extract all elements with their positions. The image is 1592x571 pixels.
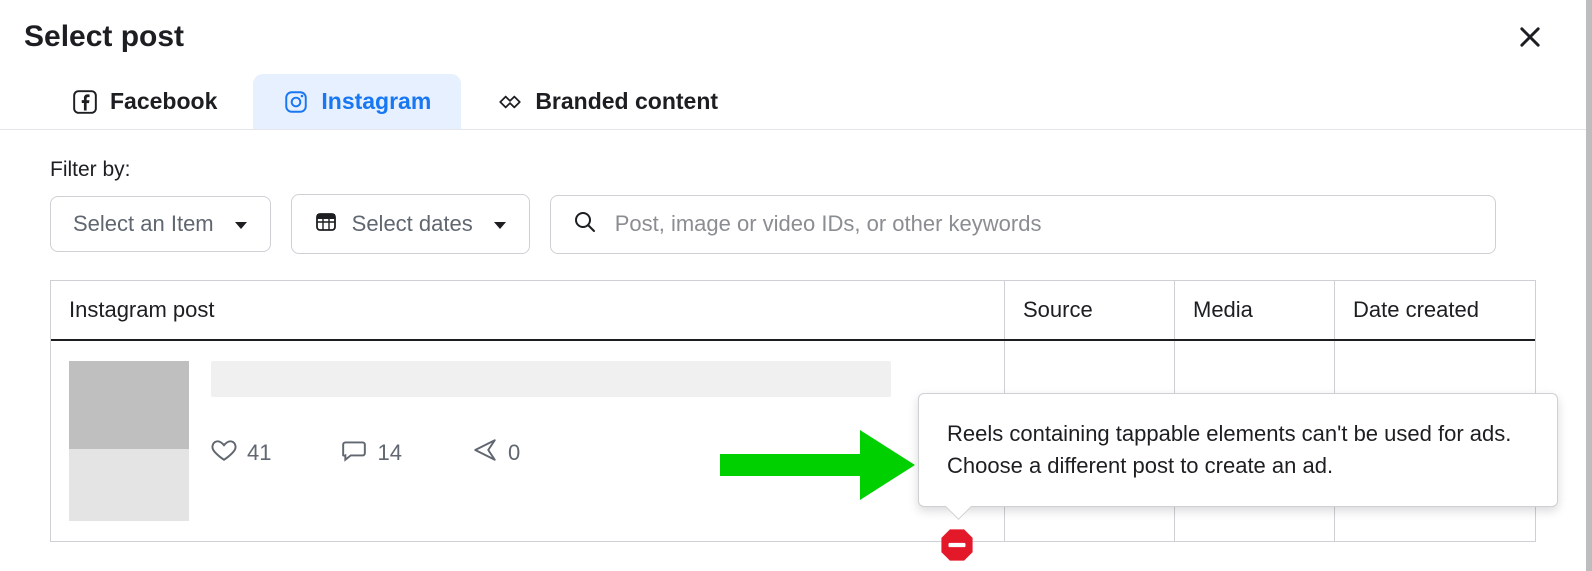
facebook-icon (72, 89, 98, 115)
cell-post: 41 14 0 (51, 341, 1005, 541)
instagram-icon (283, 89, 309, 115)
comment-icon (341, 437, 367, 469)
error-tooltip: Reels containing tappable elements can't… (918, 393, 1558, 507)
modal-title: Select post (24, 20, 184, 54)
modal-header: Select post (0, 0, 1586, 64)
filter-section: Filter by: Select an Item Select dates (0, 130, 1586, 254)
filter-row: Select an Item Select dates (50, 194, 1536, 254)
select-post-modal: Select post Facebook Instagram Branded c… (0, 0, 1592, 571)
handshake-icon (497, 89, 523, 115)
search-input[interactable] (615, 211, 1473, 237)
likes-count: 41 (247, 440, 271, 466)
table-header-row: Instagram post Source Media Date created (51, 281, 1535, 341)
col-header-media: Media (1175, 281, 1335, 339)
tab-branded-label: Branded content (535, 88, 718, 115)
post-caption-placeholder (211, 361, 891, 397)
tab-instagram[interactable]: Instagram (253, 74, 461, 129)
search-box[interactable] (550, 195, 1496, 254)
post-body: 41 14 0 (211, 361, 986, 521)
item-dropdown[interactable]: Select an Item (50, 196, 271, 252)
dates-dropdown-label: Select dates (352, 211, 473, 237)
tab-facebook-label: Facebook (110, 88, 217, 115)
tab-instagram-label: Instagram (321, 88, 431, 115)
comments-count: 14 (377, 440, 401, 466)
stat-shares: 0 (472, 437, 520, 469)
col-header-source: Source (1005, 281, 1175, 339)
post-stats: 41 14 0 (211, 437, 986, 469)
item-dropdown-label: Select an Item (73, 211, 214, 237)
close-button[interactable] (1514, 21, 1546, 53)
filter-by-label: Filter by: (50, 158, 1536, 182)
error-tooltip-text: Reels containing tappable elements can't… (947, 421, 1511, 478)
dates-dropdown[interactable]: Select dates (291, 194, 530, 254)
close-icon (1516, 23, 1544, 51)
calendar-icon (314, 209, 338, 239)
stop-error-icon (940, 528, 974, 562)
col-header-date: Date created (1335, 281, 1535, 339)
post-thumbnail (69, 361, 189, 521)
stat-likes: 41 (211, 437, 271, 469)
stat-comments: 14 (341, 437, 401, 469)
col-header-post: Instagram post (51, 281, 1005, 339)
heart-icon (211, 437, 237, 469)
tab-branded-content[interactable]: Branded content (467, 74, 748, 129)
shares-count: 0 (508, 440, 520, 466)
caret-down-icon (493, 211, 507, 237)
share-icon (472, 437, 498, 469)
tab-facebook[interactable]: Facebook (42, 74, 247, 129)
source-tabs: Facebook Instagram Branded content (0, 64, 1586, 130)
search-icon (573, 210, 597, 239)
caret-down-icon (234, 211, 248, 237)
